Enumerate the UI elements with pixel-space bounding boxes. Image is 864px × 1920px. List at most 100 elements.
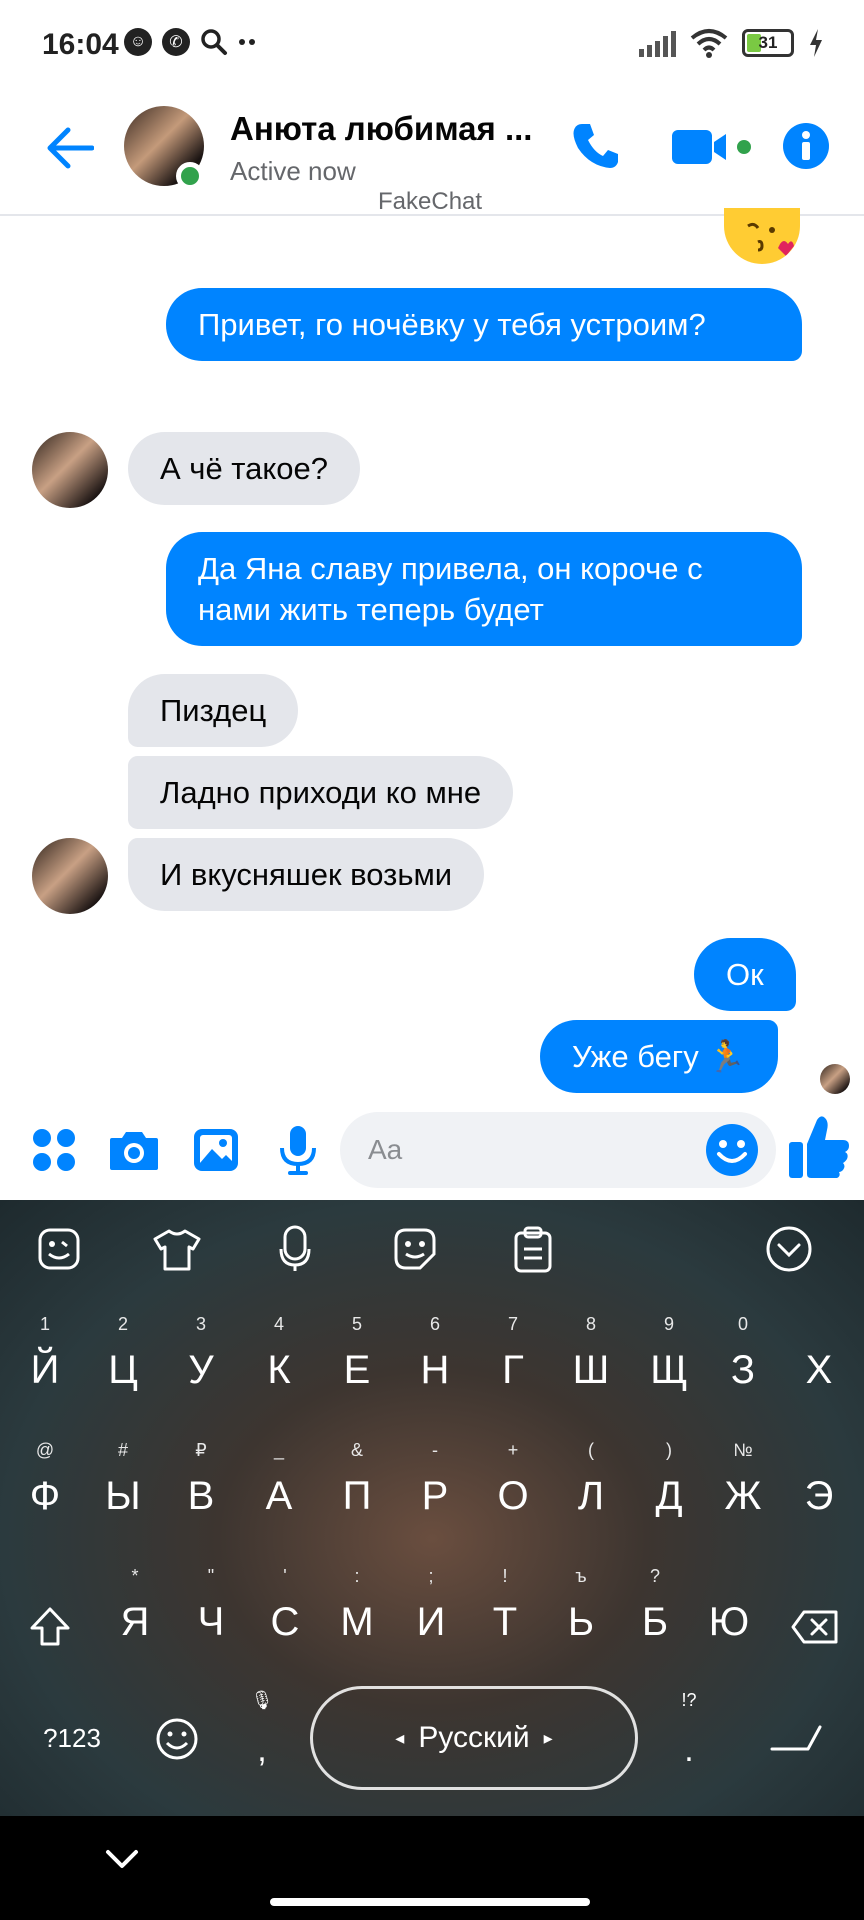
clipboard-icon: [514, 1226, 552, 1273]
gallery-button[interactable]: [186, 1120, 246, 1180]
voice-call-button[interactable]: [566, 116, 626, 176]
keyboard-voice-button[interactable]: [270, 1224, 320, 1274]
key-ш[interactable]: 8Ш: [552, 1314, 630, 1414]
outgoing-message[interactable]: Да Яна славу привела, он короче с нами ж…: [166, 532, 802, 646]
key-ь[interactable]: ъЬ: [542, 1566, 620, 1666]
contact-name[interactable]: Анюта любимая ...: [230, 110, 550, 148]
key-х[interactable]: Х: [780, 1314, 858, 1414]
space-key-language: Русский: [418, 1721, 530, 1754]
comma-key[interactable]: 🎙 ,: [240, 1680, 284, 1780]
outgoing-message[interactable]: Привет, го ночёвку у тебя устроим?: [166, 288, 802, 361]
keyboard-collapse-button[interactable]: [764, 1224, 814, 1274]
keyboard-emoji-button[interactable]: [390, 1224, 440, 1274]
seen-indicator-avatar: [820, 1064, 850, 1094]
hide-keyboard-button[interactable]: [100, 1836, 144, 1880]
key-й[interactable]: 1Й: [6, 1314, 84, 1414]
chat-header: Анюта любимая ... Active now FakeChat: [0, 92, 864, 216]
like-icon: [789, 1116, 849, 1178]
home-gesture-bar[interactable]: [270, 1898, 590, 1906]
key-э[interactable]: Э: [780, 1440, 858, 1540]
key-е[interactable]: 5Е: [318, 1314, 396, 1414]
message-input[interactable]: Aa: [340, 1112, 776, 1188]
incoming-message[interactable]: Ладно приходи ко мне: [128, 756, 514, 829]
period-key-label: .: [684, 1731, 694, 1769]
backspace-key[interactable]: [780, 1596, 850, 1658]
charging-icon: [810, 29, 822, 57]
microphone-icon: [280, 1126, 316, 1175]
video-camera-icon: [672, 130, 751, 164]
tshirt-icon: [153, 1229, 201, 1271]
chevron-down-icon: [106, 1850, 138, 1868]
space-key[interactable]: ◂ Русский ▸: [310, 1686, 638, 1790]
keyboard-clipboard-button[interactable]: [508, 1224, 558, 1274]
period-key[interactable]: !? .: [664, 1680, 714, 1780]
key-ж[interactable]: № Ж: [704, 1440, 782, 1540]
emoji-sticker-icon: [394, 1228, 436, 1270]
video-call-button[interactable]: [668, 116, 758, 176]
like-button[interactable]: [786, 1112, 852, 1182]
emoji-button[interactable]: [704, 1122, 760, 1178]
camera-icon: [110, 1132, 158, 1170]
key-л[interactable]: (Л: [552, 1440, 630, 1540]
key-в[interactable]: ₽ В: [162, 1440, 240, 1540]
sticker-icon: [38, 1228, 80, 1270]
message-thread[interactable]: Привет, го ночёвку у тебя устроим? А чё …: [0, 208, 864, 1098]
key-а[interactable]: _ А: [240, 1440, 318, 1540]
notification-smiley-icon: ☺: [124, 28, 152, 56]
key-я[interactable]: * Я: [96, 1566, 174, 1666]
status-notification-icons: ☺ ✆: [124, 28, 258, 56]
info-button[interactable]: [780, 116, 832, 176]
comma-key-hint: 🎙: [250, 1690, 274, 1710]
emoji-key[interactable]: [148, 1710, 206, 1768]
language-right-arrow-icon: ▸: [543, 1727, 553, 1748]
outgoing-message[interactable]: Уже бегу 🏃: [540, 1020, 778, 1093]
key-ч[interactable]: " Ч: [172, 1566, 250, 1666]
outgoing-message[interactable]: Ок: [694, 938, 796, 1011]
key-у[interactable]: 3У: [162, 1314, 240, 1414]
key-ф[interactable]: @ Ф: [6, 1440, 84, 1540]
message-composer: Aa: [0, 1098, 864, 1200]
key-и[interactable]: ; И: [392, 1566, 470, 1666]
key-т[interactable]: ! Т: [466, 1566, 544, 1666]
sender-avatar: [32, 838, 108, 914]
message-input-placeholder: Aa: [368, 1134, 403, 1165]
key-ю[interactable]: Ю: [690, 1566, 768, 1666]
symbols-key[interactable]: ?123: [32, 1710, 112, 1766]
enter-icon: [770, 1725, 822, 1751]
gallery-icon: [194, 1129, 238, 1171]
incoming-message[interactable]: Пиздец: [128, 674, 299, 747]
key-р[interactable]: -Р: [396, 1440, 474, 1540]
battery-level: 31: [758, 33, 778, 52]
status-system-icons: 31: [639, 28, 824, 58]
key-п[interactable]: & П: [318, 1440, 396, 1540]
sender-avatar: [32, 432, 108, 508]
key-з[interactable]: 0З: [704, 1314, 782, 1414]
key-б[interactable]: ? Б: [616, 1566, 694, 1666]
keyboard-sticker-button[interactable]: [34, 1224, 84, 1274]
apps-button[interactable]: [24, 1120, 84, 1180]
key-д[interactable]: ) Д: [630, 1440, 708, 1540]
system-navigation-bar: [0, 1816, 864, 1920]
key-г[interactable]: 7Г: [474, 1314, 552, 1414]
back-button[interactable]: [40, 118, 100, 178]
keyboard-theme-button[interactable]: [152, 1224, 202, 1274]
incoming-message[interactable]: А чё такое?: [128, 432, 361, 505]
status-bar: 16:04 ☺ ✆ 31: [0, 0, 864, 92]
key-о[interactable]: + О: [474, 1440, 552, 1540]
emoji-icon: [156, 1718, 198, 1760]
key-н[interactable]: 6Н: [396, 1314, 474, 1414]
key-ц[interactable]: 2Ц: [84, 1314, 162, 1414]
incoming-message[interactable]: И вкусняшек возьми: [128, 838, 485, 911]
shift-key[interactable]: [14, 1596, 86, 1658]
keyboard-row-2: @ Ф # Ы ₽ В _ А & П -Р + О (Л ) Д № Ж Э: [0, 1440, 864, 1540]
key-ы[interactable]: # Ы: [84, 1440, 162, 1540]
key-м[interactable]: :М: [318, 1566, 396, 1666]
chevron-down-circle-icon: [766, 1226, 812, 1272]
voice-message-button[interactable]: [268, 1120, 328, 1180]
enter-key[interactable]: [760, 1708, 832, 1768]
key-щ[interactable]: 9Щ: [630, 1314, 708, 1414]
key-к[interactable]: 4К: [240, 1314, 318, 1414]
more-notifications-icon: [239, 39, 255, 45]
camera-button[interactable]: [104, 1120, 164, 1180]
key-с[interactable]: ' С: [246, 1566, 324, 1666]
